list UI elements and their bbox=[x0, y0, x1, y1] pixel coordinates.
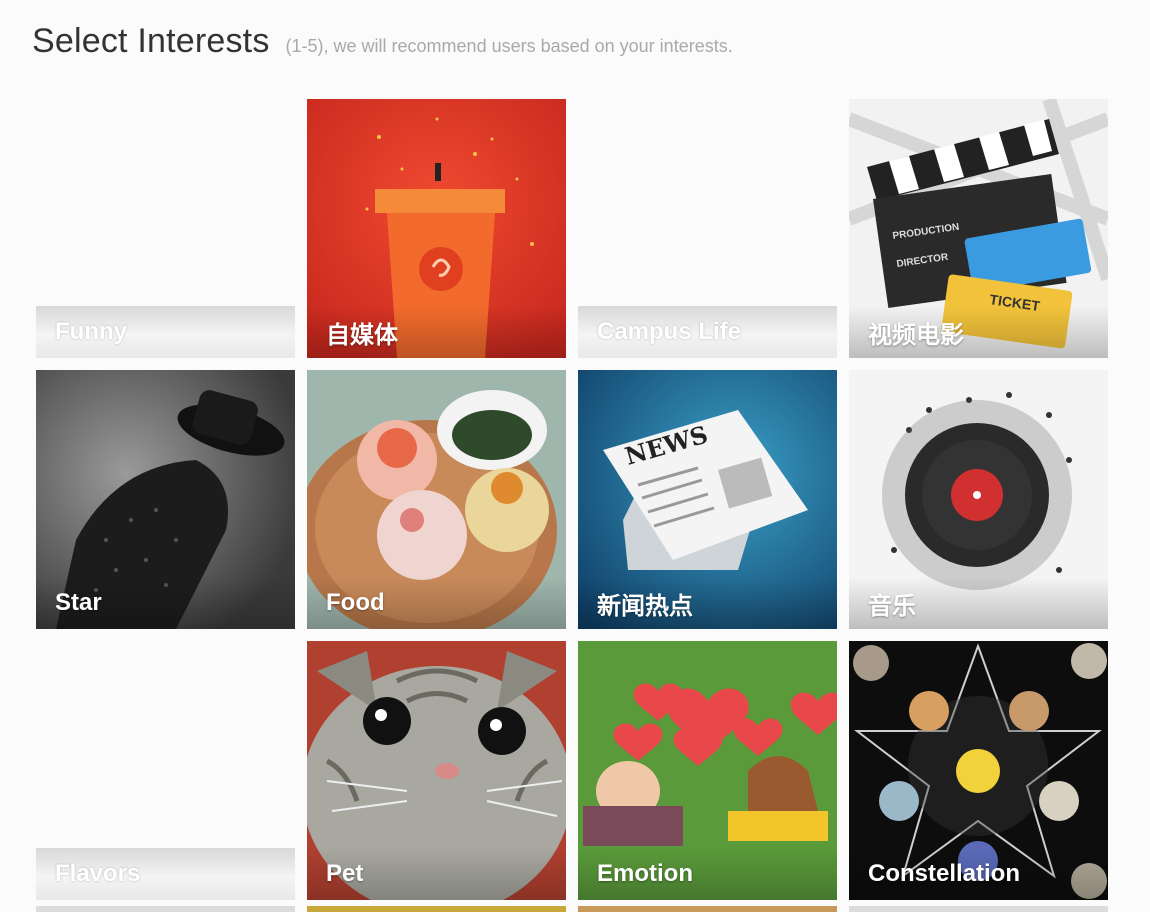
page-header: Select Interests (1-5), we will recommen… bbox=[32, 22, 733, 61]
interest-tile-self-media[interactable]: 自媒体 bbox=[307, 99, 566, 358]
interest-tile-star[interactable]: Star bbox=[36, 370, 295, 629]
tile-label-bar: Constellation bbox=[849, 848, 1108, 900]
tile-label-bar: Flavors bbox=[36, 848, 295, 900]
tile-label-bar: Food bbox=[307, 577, 566, 629]
tile-label: Funny bbox=[55, 318, 127, 345]
tile-label-bar: Star bbox=[36, 577, 295, 629]
tile-label-bar: Pet bbox=[307, 848, 566, 900]
interest-tile-emotion[interactable]: Emotion bbox=[578, 641, 837, 900]
tile-label-bar: Funny bbox=[36, 306, 295, 358]
tile-label: 自媒体 bbox=[326, 321, 398, 349]
tile-label: Campus Life bbox=[597, 318, 742, 345]
tile-label-bar: 音乐 bbox=[849, 577, 1108, 629]
interest-tile-campus-life[interactable]: Campus Life bbox=[578, 99, 837, 358]
interest-tile-news[interactable]: NEWS 新闻热点 bbox=[578, 370, 837, 629]
tile-label: Flavors bbox=[55, 860, 141, 887]
tile-label: Star bbox=[55, 589, 102, 616]
tile-label-bar: 自媒体 bbox=[307, 306, 566, 358]
tile-label: Emotion bbox=[597, 860, 693, 887]
tile-label-bar: 视频电影 bbox=[849, 306, 1108, 358]
tile-label: Food bbox=[326, 589, 385, 616]
tile-label-bar: Campus Life bbox=[578, 306, 837, 358]
tile-label: 视频电影 bbox=[868, 321, 964, 349]
tile-label: 音乐 bbox=[868, 592, 916, 620]
tile-label: Pet bbox=[326, 860, 364, 887]
next-row-peek bbox=[849, 906, 1108, 912]
interest-tile-video-film[interactable]: PRODUCTION DIRECTOR TICKET 视频电影 bbox=[849, 99, 1108, 358]
next-row-peek bbox=[578, 906, 837, 912]
interests-grid: Funny 自媒体 Campus Life PRODUCTION DIRECTO… bbox=[36, 99, 1108, 900]
interest-tile-pet[interactable]: Pet bbox=[307, 641, 566, 900]
next-row-peek bbox=[36, 906, 295, 912]
interest-tile-flavors[interactable]: Flavors bbox=[36, 641, 295, 900]
interest-tile-constellation[interactable]: Constellation bbox=[849, 641, 1108, 900]
tile-label-bar: Emotion bbox=[578, 848, 837, 900]
page-title: Select Interests bbox=[32, 22, 270, 60]
tile-label: 新闻热点 bbox=[597, 592, 693, 620]
interest-tile-music[interactable]: 音乐 bbox=[849, 370, 1108, 629]
interest-tile-food[interactable]: Food bbox=[307, 370, 566, 629]
tile-label: Constellation bbox=[868, 860, 1021, 887]
page-subtitle: (1-5), we will recommend users based on … bbox=[285, 36, 733, 56]
interest-tile-funny[interactable]: Funny bbox=[36, 99, 295, 358]
tile-label-bar: 新闻热点 bbox=[578, 577, 837, 629]
next-row-peek bbox=[307, 906, 566, 912]
